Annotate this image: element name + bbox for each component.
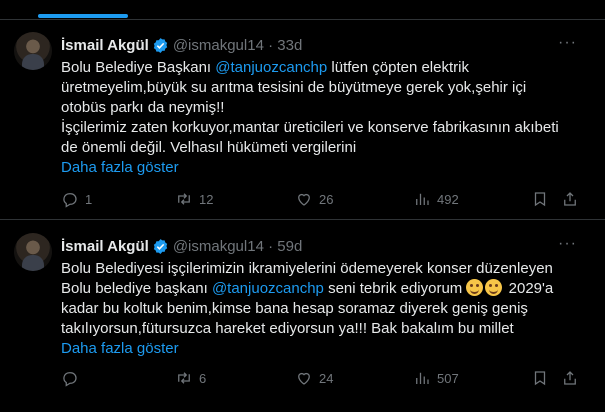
- like-button[interactable]: 26: [295, 189, 333, 209]
- share-button[interactable]: [561, 189, 585, 209]
- tweet-actions: 6 24 507: [61, 368, 581, 388]
- tweet-line: kadar bu koltuk benim,kimse bana hesap s…: [61, 300, 528, 317]
- text-segment: Bolu belediye başkanı: [61, 280, 212, 297]
- bookmark-button[interactable]: [531, 189, 555, 209]
- tweet-text: Bolu Belediyesi işçilerimizin ikramiyele…: [61, 259, 585, 359]
- tweet-line: takılıyorsun,fütursuzca hareket ediyorsu…: [61, 320, 514, 337]
- avatar[interactable]: [14, 233, 52, 271]
- views-icon: [416, 372, 429, 384]
- smiling-face-emoji: [485, 279, 503, 296]
- bookmark-icon: [534, 371, 546, 386]
- verified-badge-icon: [153, 238, 167, 254]
- reply-button[interactable]: [61, 368, 85, 388]
- tweet[interactable]: İsmail Akgül @ismakgul14 · 33d ··· Bolu …: [0, 20, 605, 220]
- top-tab-bar: [0, 0, 605, 20]
- separator-dot: ·: [263, 237, 278, 255]
- mention-link[interactable]: @tanjuozcanchp: [212, 280, 324, 297]
- repost-icon: [178, 372, 190, 384]
- repost-button[interactable]: 12: [175, 189, 213, 209]
- verified-badge-icon: [153, 37, 167, 53]
- reply-button[interactable]: 1: [61, 189, 92, 209]
- bookmark-button[interactable]: [531, 368, 555, 388]
- tweet[interactable]: İsmail Akgül @ismakgul14 · 59d ··· Bolu …: [0, 221, 605, 412]
- share-icon: [564, 371, 576, 385]
- views-button[interactable]: 507: [413, 368, 459, 388]
- more-options-icon[interactable]: ···: [558, 235, 577, 253]
- text-segment: seni tebrik ediyorum: [323, 280, 467, 297]
- text-segment: Bolu Belediye Başkanı: [61, 59, 216, 76]
- reply-count: 1: [85, 191, 93, 207]
- author-name[interactable]: İsmail Akgül: [61, 37, 149, 54]
- show-more-link[interactable]: Daha fazla göster: [61, 339, 585, 359]
- author-name[interactable]: İsmail Akgül: [61, 238, 149, 255]
- views-count: 492: [437, 191, 459, 207]
- tweet-time[interactable]: 59d: [277, 238, 302, 255]
- tweet-line: de önemli değil. Velhasıl hükümeti vergi…: [61, 139, 357, 156]
- text-segment: 2029'a: [504, 280, 554, 297]
- reply-icon: [63, 193, 77, 208]
- text-segment: lütfen çöpten elektrik: [327, 59, 469, 76]
- more-options-icon[interactable]: ···: [558, 34, 577, 52]
- tweet-line: Bolu belediye başkanı @tanjuozcanchp sen…: [61, 279, 585, 299]
- tweet-line: otobüs parkı da neymiş!!: [61, 99, 225, 116]
- active-tab-indicator: [38, 14, 128, 18]
- views-button[interactable]: 492: [413, 189, 459, 209]
- tweet-line: İşçilerimiz zaten korkuyor,mantar üretic…: [61, 119, 559, 136]
- show-more-link[interactable]: Daha fazla göster: [61, 158, 585, 178]
- tweet-text: Bolu Belediye Başkanı @tanjuozcanchp lüt…: [61, 58, 585, 178]
- author-handle[interactable]: @ismakgul14: [173, 238, 264, 255]
- repost-icon: [178, 193, 190, 205]
- tweet-line: Bolu Belediyesi işçilerimizin ikramiyele…: [61, 260, 553, 277]
- like-count: 24: [319, 370, 334, 386]
- tweet-header: İsmail Akgül @ismakgul14 · 59d: [61, 236, 302, 256]
- share-icon: [564, 192, 576, 206]
- separator-dot: ·: [263, 36, 278, 54]
- avatar[interactable]: [14, 32, 52, 70]
- repost-button[interactable]: 6: [175, 368, 206, 388]
- share-button[interactable]: [561, 368, 585, 388]
- bookmark-icon: [534, 192, 546, 207]
- author-handle[interactable]: @ismakgul14: [173, 37, 264, 54]
- tweet-actions: 1 12 26 492: [61, 189, 581, 209]
- tweet-line: Bolu Belediye Başkanı @tanjuozcanchp lüt…: [61, 58, 585, 78]
- like-button[interactable]: 24: [295, 368, 333, 388]
- views-count: 507: [437, 370, 459, 386]
- tweet-line: üretmeyelim,büyük su arıtma tesisini de …: [61, 79, 527, 96]
- like-count: 26: [319, 191, 334, 207]
- reply-icon: [63, 372, 77, 387]
- like-icon: [298, 372, 310, 385]
- tweet-time[interactable]: 33d: [277, 37, 302, 54]
- tweet-header: İsmail Akgül @ismakgul14 · 33d: [61, 35, 302, 55]
- repost-count: 12: [199, 191, 214, 207]
- smiling-face-emoji: [466, 279, 484, 296]
- views-icon: [416, 193, 429, 205]
- mention-link[interactable]: @tanjuozcanchp: [215, 59, 327, 76]
- repost-count: 6: [199, 370, 207, 386]
- like-icon: [298, 193, 310, 206]
